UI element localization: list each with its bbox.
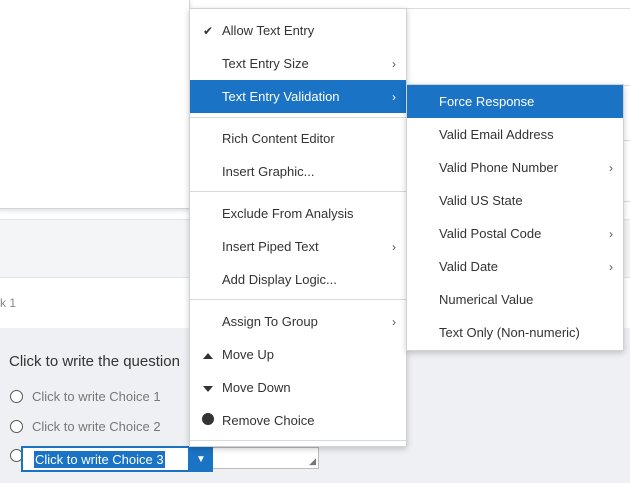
menu-item-label: Valid Date: [439, 259, 499, 274]
chevron-right-icon: ›: [392, 239, 396, 254]
menu-item-label: Insert Graphic...: [222, 164, 315, 179]
menu-item-label: Exclude From Analysis: [222, 206, 354, 221]
menu-divider: [190, 440, 406, 441]
menu-item-label: Insert Piped Text: [222, 239, 319, 254]
text-entry-box[interactable]: ◢: [213, 447, 319, 469]
chevron-right-icon: ›: [392, 56, 396, 71]
menu-item-label: Remove Choice: [222, 413, 315, 428]
menu-item-allow-text-entry[interactable]: ✔ Allow Text Entry: [190, 14, 406, 47]
menu-item-label: Text Entry Validation: [222, 89, 340, 104]
choice-row-1[interactable]: Click to write Choice 1: [10, 389, 161, 404]
menu-item-label: Valid US State: [439, 193, 523, 208]
submenu-item-text-only[interactable]: Text Only (Non-numeric): [407, 316, 623, 349]
menu-item-label: Valid Email Address: [439, 127, 554, 142]
submenu-item-force-response[interactable]: Force Response: [407, 85, 623, 118]
menu-divider: [190, 117, 406, 118]
chevron-right-icon: ›: [392, 314, 396, 329]
menu-item-label: Allow Text Entry: [222, 23, 315, 38]
menu-item-label: Move Down: [222, 380, 291, 395]
submenu-item-valid-email[interactable]: Valid Email Address: [407, 118, 623, 151]
menu-item-assign-to-group[interactable]: Assign To Group ›: [190, 305, 406, 338]
menu-item-move-up[interactable]: Move Up: [190, 338, 406, 371]
menu-item-label: Valid Phone Number: [439, 160, 558, 175]
choice-label[interactable]: Click to write Choice 1: [32, 389, 161, 404]
menu-item-label: Add Display Logic...: [222, 272, 337, 287]
menu-item-rich-content-editor[interactable]: Rich Content Editor: [190, 122, 406, 155]
top-right-card: [406, 8, 630, 86]
choice-options-dropdown-button[interactable]: ▼: [189, 446, 213, 472]
resize-handle-icon[interactable]: ◢: [309, 456, 316, 467]
submenu-item-valid-phone[interactable]: Valid Phone Number ›: [407, 151, 623, 184]
choice-row-2[interactable]: Click to write Choice 2: [10, 419, 161, 434]
submenu-item-numerical-value[interactable]: Numerical Value: [407, 283, 623, 316]
choice-label[interactable]: Click to write Choice 2: [32, 419, 161, 434]
menu-item-move-down[interactable]: Move Down: [190, 371, 406, 404]
radio-button[interactable]: [10, 420, 23, 433]
selected-choice-text[interactable]: Click to write Choice 3: [34, 450, 165, 468]
menu-item-insert-piped-text[interactable]: Insert Piped Text ›: [190, 230, 406, 263]
text-entry-validation-submenu: Force Response Valid Email Address Valid…: [406, 84, 624, 351]
menu-item-label: Force Response: [439, 94, 535, 109]
menu-item-label: Move Up: [222, 347, 275, 362]
menu-item-remove-choice[interactable]: Remove Choice: [190, 404, 406, 437]
menu-item-label: Text Entry Size: [222, 56, 309, 71]
choice-context-menu: ✔ Allow Text Entry Text Entry Size › Tex…: [189, 8, 407, 447]
question-text[interactable]: Click to write the question: [9, 353, 180, 370]
remove-circle-icon: [202, 413, 214, 425]
menu-item-insert-graphic[interactable]: Insert Graphic...: [190, 155, 406, 188]
choice-editor[interactable]: Click to write Choice 3 ▼: [21, 446, 213, 472]
chevron-right-icon: ›: [609, 259, 613, 274]
triangle-down-icon: [203, 385, 213, 392]
menu-divider: [190, 299, 406, 300]
menu-item-label: Text Only (Non-numeric): [439, 325, 580, 340]
chevron-right-icon: ›: [392, 89, 396, 104]
left-card: [0, 0, 190, 209]
menu-item-label: Rich Content Editor: [222, 131, 335, 146]
caret-down-icon: ▼: [196, 453, 206, 465]
chevron-right-icon: ›: [609, 226, 613, 241]
menu-item-label: Valid Postal Code: [439, 226, 542, 241]
menu-item-text-entry-size[interactable]: Text Entry Size ›: [190, 47, 406, 80]
radio-button[interactable]: [10, 390, 23, 403]
menu-item-label: Assign To Group: [222, 314, 318, 329]
page-indicator: k 1: [0, 296, 17, 310]
menu-item-add-display-logic[interactable]: Add Display Logic...: [190, 263, 406, 296]
checkmark-icon: ✔: [202, 23, 214, 38]
choice-edit-input[interactable]: Click to write Choice 3: [23, 448, 188, 470]
menu-item-exclude-from-analysis[interactable]: Exclude From Analysis: [190, 197, 406, 230]
submenu-item-valid-us-state[interactable]: Valid US State: [407, 184, 623, 217]
chevron-right-icon: ›: [609, 160, 613, 175]
triangle-up-icon: [203, 352, 213, 359]
submenu-item-valid-date[interactable]: Valid Date ›: [407, 250, 623, 283]
submenu-item-valid-postal-code[interactable]: Valid Postal Code ›: [407, 217, 623, 250]
menu-divider: [190, 191, 406, 192]
menu-item-text-entry-validation[interactable]: Text Entry Validation ›: [190, 80, 406, 113]
menu-item-label: Numerical Value: [439, 292, 534, 307]
